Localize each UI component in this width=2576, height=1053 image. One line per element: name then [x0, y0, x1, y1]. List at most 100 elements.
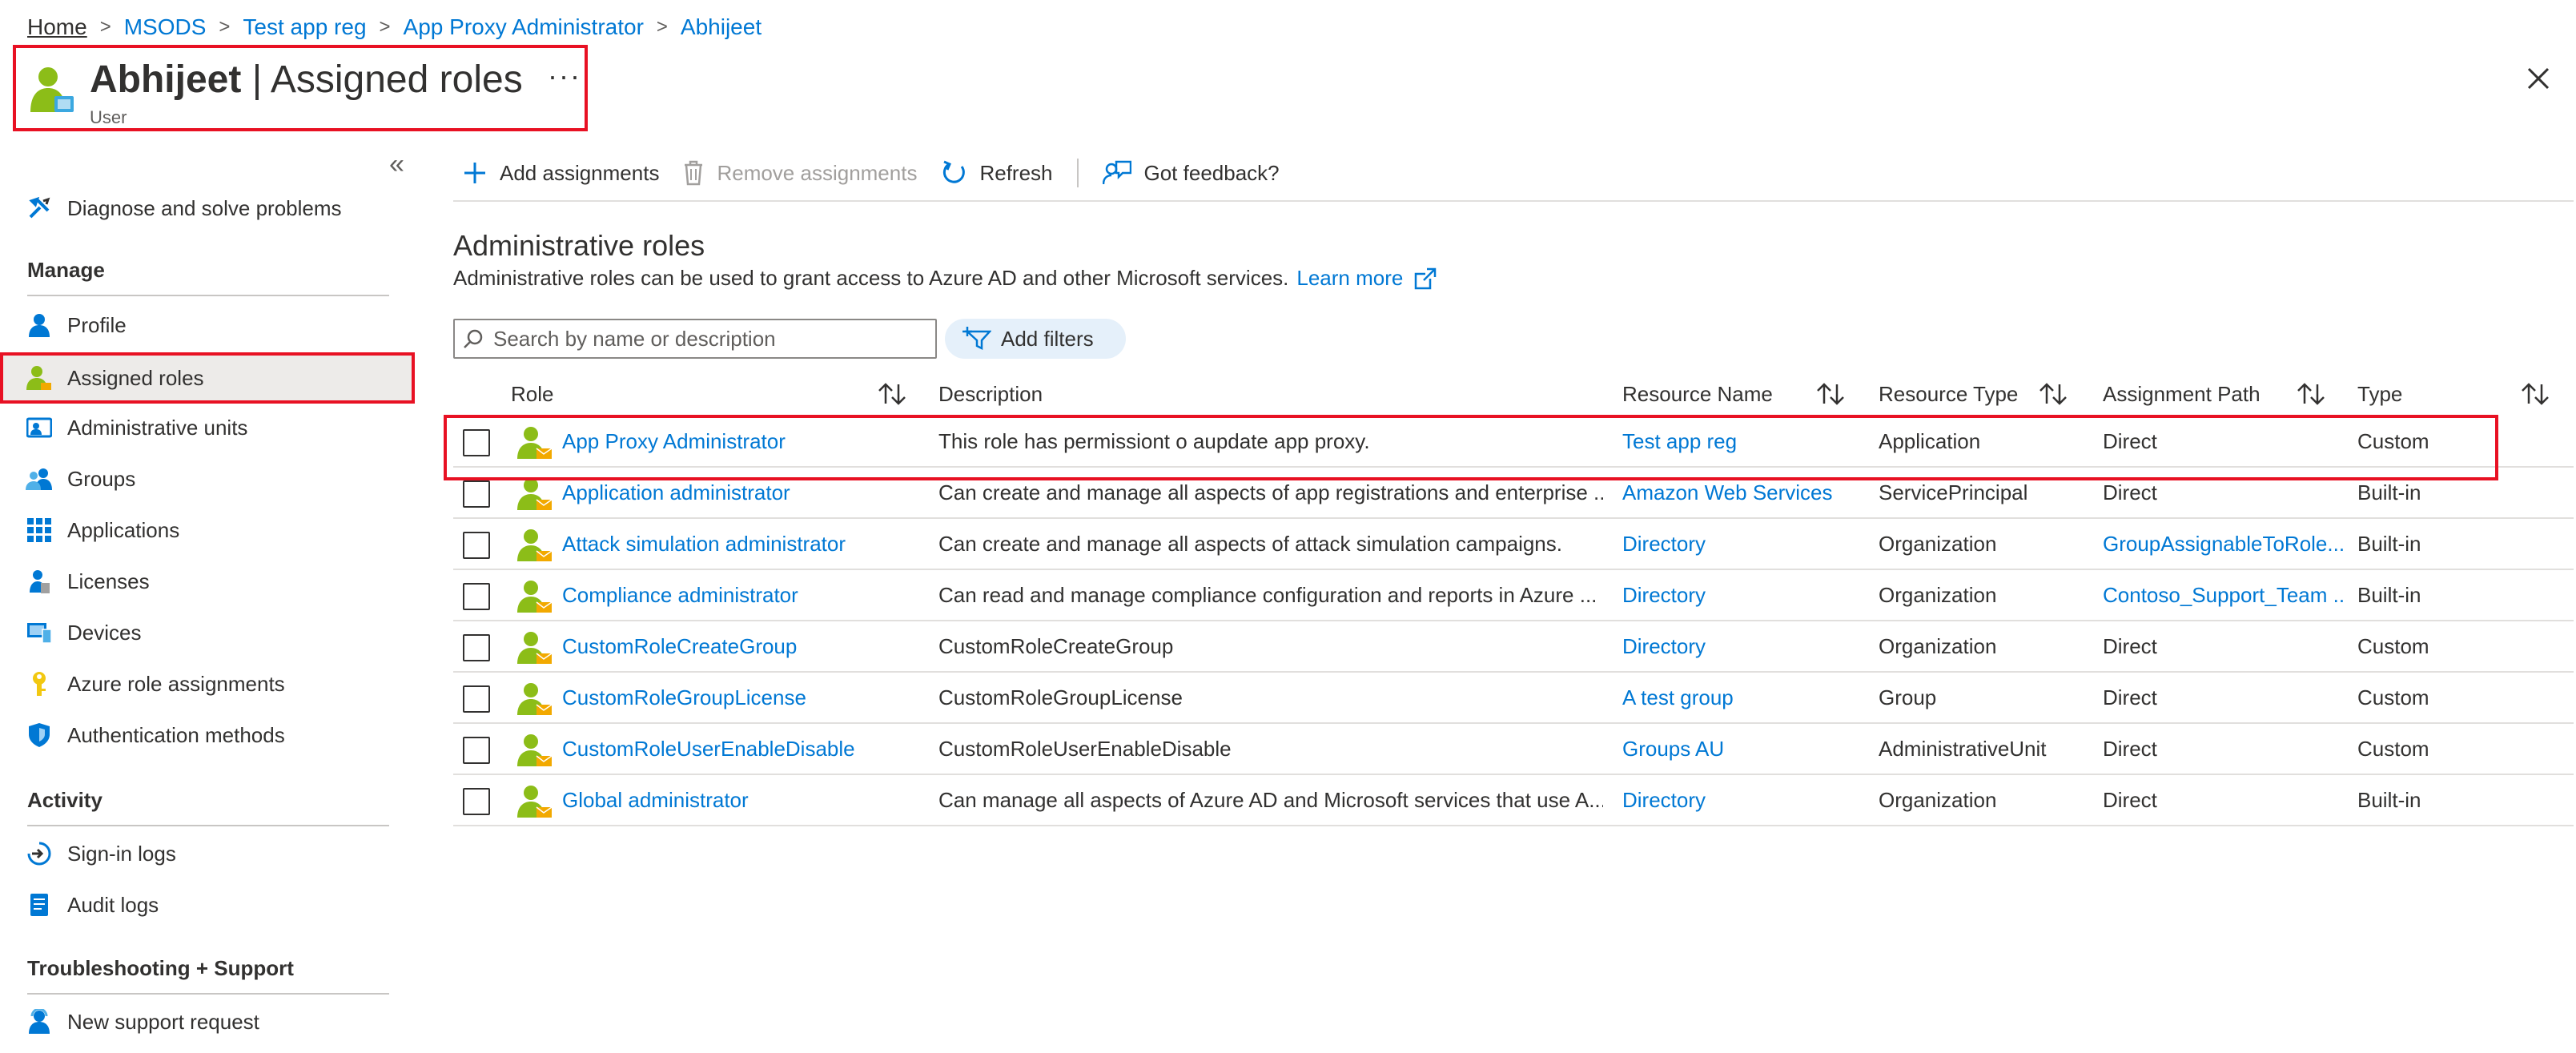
- external-link-icon[interactable]: [1414, 267, 1437, 290]
- breadcrumb-msods[interactable]: MSODS: [124, 14, 207, 40]
- table-row[interactable]: CustomRoleCreateGroup CustomRoleCreateGro…: [453, 621, 2574, 673]
- row-checkbox[interactable]: [463, 480, 490, 508]
- sort-icon[interactable]: [2295, 381, 2327, 407]
- feedback-label: Got feedback?: [1143, 160, 1280, 185]
- resource-type: AdministrativeUnit: [1879, 736, 2047, 761]
- sidebar-item-licenses[interactable]: Licenses: [0, 557, 415, 605]
- resource-type: Group: [1879, 685, 1937, 709]
- row-checkbox[interactable]: [463, 532, 490, 559]
- resource-name-link[interactable]: Groups AU: [1622, 724, 1863, 774]
- breadcrumb-home[interactable]: Home: [27, 14, 87, 40]
- assignment-path: Direct: [2103, 787, 2157, 812]
- refresh-label: Refresh: [979, 160, 1053, 185]
- page-title-rest: | Assigned roles: [241, 58, 523, 101]
- column-header-assignment-path[interactable]: Assignment Path: [2103, 372, 2261, 416]
- role-name-link[interactable]: CustomRoleCreateGroup: [562, 621, 914, 671]
- sort-icon[interactable]: [876, 381, 908, 407]
- feedback-button[interactable]: Got feedback?: [1102, 160, 1280, 186]
- role-name-link[interactable]: Attack simulation administrator: [562, 519, 914, 569]
- sidebar-item-admin-units[interactable]: Administrative units: [0, 404, 415, 452]
- role-icon: [517, 734, 553, 766]
- sidebar-item-profile[interactable]: Profile: [0, 301, 415, 349]
- search-input[interactable]: [493, 326, 926, 352]
- toolbar-divider: [1076, 159, 1079, 187]
- table-row[interactable]: Application administrator Can create and …: [453, 468, 2574, 519]
- resource-name-link[interactable]: Amazon Web Services: [1622, 468, 1863, 517]
- column-header-description[interactable]: Description: [938, 372, 1043, 416]
- section-description: Administrative roles can be used to gran…: [453, 266, 1437, 291]
- resource-name-link[interactable]: Directory: [1622, 775, 1863, 825]
- sort-icon[interactable]: [2037, 381, 2069, 407]
- assignment-path[interactable]: Contoso_Support_Team ...: [2103, 570, 2343, 620]
- table-row[interactable]: Attack simulation administrator Can creat…: [453, 519, 2574, 570]
- chevron-right-icon: >: [99, 16, 111, 38]
- assignment-path[interactable]: GroupAssignableToRole...: [2103, 519, 2343, 569]
- sidebar-item-azure-role-assignments[interactable]: Azure role assignments: [0, 660, 415, 708]
- table-row[interactable]: Compliance administrator Can read and man…: [453, 570, 2574, 621]
- column-header-resource-type[interactable]: Resource Type: [1879, 372, 2018, 416]
- row-checkbox[interactable]: [463, 583, 490, 610]
- sort-icon[interactable]: [1814, 381, 1847, 407]
- search-box[interactable]: [453, 319, 937, 359]
- role-description: CustomRoleGroupLicense: [938, 685, 1183, 709]
- row-checkbox[interactable]: [463, 634, 490, 661]
- role-name-link[interactable]: App Proxy Administrator: [562, 416, 914, 466]
- add-filters-button[interactable]: Add filters: [945, 319, 1126, 359]
- assignment-path: Direct: [2103, 480, 2157, 504]
- column-header-role[interactable]: Role: [511, 372, 553, 416]
- role-icon: [517, 786, 553, 818]
- row-checkbox[interactable]: [463, 685, 490, 713]
- table-row[interactable]: Global administrator Can manage all aspec…: [453, 775, 2574, 826]
- sort-icon[interactable]: [2519, 381, 2551, 407]
- sidebar-item-devices[interactable]: Devices: [0, 609, 415, 657]
- learn-more-link[interactable]: Learn more: [1296, 266, 1403, 291]
- column-header-type[interactable]: Type: [2357, 372, 2402, 416]
- breadcrumb-test-app-reg[interactable]: Test app reg: [243, 14, 366, 40]
- sidebar-item-label: Diagnose and solve problems: [67, 195, 342, 220]
- table-row[interactable]: App Proxy Administrator This role has per…: [453, 416, 2574, 468]
- resource-name-link[interactable]: Test app reg: [1622, 416, 1863, 466]
- section-heading-manage: Manage: [27, 258, 105, 282]
- divider: [27, 295, 389, 296]
- resource-type: Organization: [1879, 582, 1997, 607]
- sidebar-item-label: Devices: [67, 620, 142, 645]
- assignment-path: Direct: [2103, 633, 2157, 658]
- add-assignments-button[interactable]: Add assignments: [463, 161, 659, 186]
- resource-name-link[interactable]: A test group: [1622, 673, 1863, 722]
- breadcrumb-abhijeet[interactable]: Abhijeet: [681, 14, 762, 40]
- sidebar-item-assigned-roles[interactable]: Assigned roles: [0, 352, 415, 404]
- resource-type: ServicePrincipal: [1879, 480, 2028, 504]
- sidebar-item-applications[interactable]: Applications: [0, 506, 415, 554]
- breadcrumb-app-proxy-admin[interactable]: App Proxy Administrator: [404, 14, 644, 40]
- role-type: Custom: [2357, 428, 2429, 453]
- shield-icon: [26, 721, 53, 749]
- sidebar-item-new-support-request[interactable]: New support request: [0, 998, 415, 1046]
- resource-name-link[interactable]: Directory: [1622, 621, 1863, 671]
- resource-name-link[interactable]: Directory: [1622, 519, 1863, 569]
- column-header-resource-name[interactable]: Resource Name: [1622, 372, 1773, 416]
- table-row[interactable]: CustomRoleUserEnableDisable CustomRoleUse…: [453, 724, 2574, 775]
- more-options-button[interactable]: ···: [548, 59, 581, 93]
- resource-name-link[interactable]: Directory: [1622, 570, 1863, 620]
- role-name-link[interactable]: CustomRoleUserEnableDisable: [562, 724, 914, 774]
- row-checkbox[interactable]: [463, 788, 490, 815]
- sidebar-item-groups[interactable]: Groups: [0, 455, 415, 503]
- close-icon[interactable]: [2522, 62, 2554, 94]
- role-name-link[interactable]: Compliance administrator: [562, 570, 914, 620]
- row-checkbox[interactable]: [463, 429, 490, 456]
- sidebar-item-sign-in-logs[interactable]: Sign-in logs: [0, 830, 415, 878]
- remove-assignments-button[interactable]: Remove assignments: [683, 160, 917, 186]
- role-name-link[interactable]: Global administrator: [562, 775, 914, 825]
- role-name-link[interactable]: CustomRoleGroupLicense: [562, 673, 914, 722]
- refresh-button[interactable]: Refresh: [941, 160, 1053, 186]
- role-icon: [517, 427, 553, 459]
- divider: [27, 993, 389, 995]
- table-row[interactable]: CustomRoleGroupLicense CustomRoleGroupLic…: [453, 673, 2574, 724]
- row-checkbox[interactable]: [463, 737, 490, 764]
- sidebar-item-audit-logs[interactable]: Audit logs: [0, 881, 415, 929]
- sidebar-item-authentication-methods[interactable]: Authentication methods: [0, 711, 415, 759]
- divider: [27, 825, 389, 826]
- sidebar-item-diagnose[interactable]: Diagnose and solve problems: [0, 184, 415, 232]
- role-name-link[interactable]: Application administrator: [562, 468, 914, 517]
- collapse-sidebar-icon[interactable]: «: [389, 149, 404, 180]
